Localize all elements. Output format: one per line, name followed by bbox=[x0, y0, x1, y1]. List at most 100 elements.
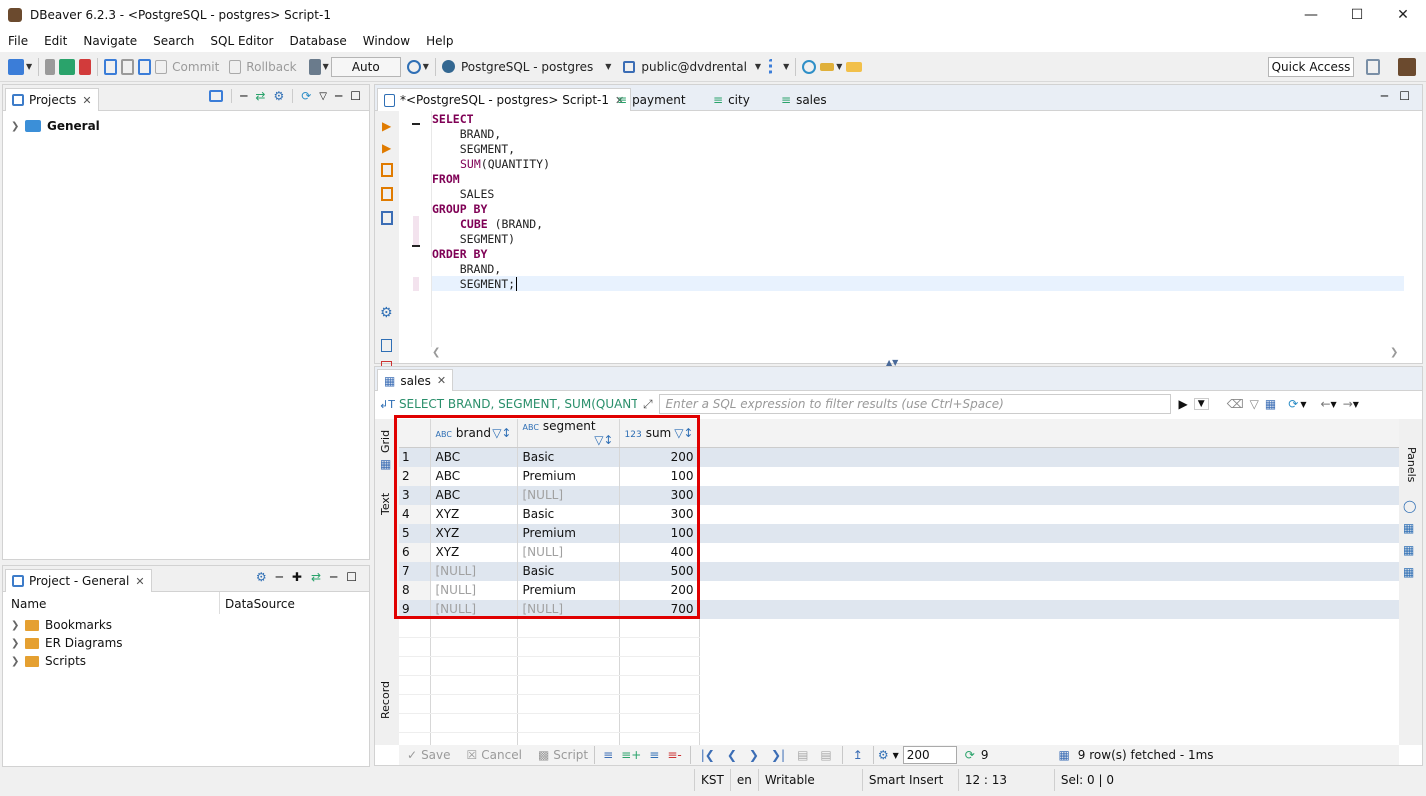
menu-window[interactable]: Window bbox=[355, 30, 418, 52]
back-nav-button[interactable] bbox=[846, 55, 863, 79]
rollback-button[interactable]: Rollback bbox=[229, 55, 297, 79]
tree-item-scripts[interactable]: ❯ Scripts bbox=[11, 652, 369, 670]
tree-item-bookmarks[interactable]: ❯ Bookmarks bbox=[11, 616, 369, 634]
chevron-down-icon[interactable]: ▼ bbox=[1353, 400, 1359, 409]
explain-plan-icon[interactable] bbox=[381, 211, 393, 225]
chevron-down-icon[interactable]: ▼ bbox=[1300, 400, 1306, 409]
expand-icon[interactable]: ✚ bbox=[292, 570, 302, 584]
speedometer-button[interactable] bbox=[802, 55, 817, 79]
column-header-name[interactable]: Name bbox=[11, 597, 46, 611]
chevron-right-icon[interactable]: ❯ bbox=[11, 638, 21, 649]
minimize-view-icon[interactable]: ─ bbox=[1381, 89, 1388, 103]
execute-script-new-tab-icon[interactable] bbox=[381, 187, 393, 201]
filter-icon[interactable]: ▽ bbox=[1250, 397, 1259, 411]
menu-help[interactable]: Help bbox=[418, 30, 461, 52]
previous-page-icon[interactable]: ❮ bbox=[727, 748, 737, 762]
chevron-right-icon[interactable]: ❯ bbox=[11, 620, 21, 631]
collapse-icon[interactable]: ─ bbox=[276, 570, 283, 584]
execute-script-icon[interactable] bbox=[381, 163, 393, 177]
new-transaction-button[interactable] bbox=[138, 55, 152, 79]
hscroll-left-icon[interactable]: ❮ bbox=[432, 347, 440, 358]
minimize-view-icon[interactable]: ─ bbox=[330, 570, 337, 584]
sync-icon[interactable]: ⟳ bbox=[301, 89, 311, 103]
menu-database[interactable]: Database bbox=[281, 30, 354, 52]
schema-selector[interactable]: public@dvdrental ▼ bbox=[623, 55, 761, 79]
project-general-node[interactable]: ❯ General bbox=[11, 117, 369, 135]
switch-mode-button[interactable] bbox=[121, 55, 135, 79]
value-viewer-icon[interactable]: ◯ bbox=[1403, 499, 1416, 513]
refresh-icon[interactable]: ⟳ bbox=[1288, 397, 1298, 411]
close-button[interactable]: ✕ bbox=[1380, 0, 1426, 30]
close-icon[interactable]: ✕ bbox=[82, 94, 91, 107]
chevron-down-icon[interactable]: ▼ bbox=[1331, 400, 1337, 409]
metadata-icon[interactable]: ▦ bbox=[1403, 543, 1414, 557]
quick-access-input[interactable]: Quick Access bbox=[1268, 57, 1354, 77]
menu-search[interactable]: Search bbox=[145, 30, 202, 52]
panels-toggle[interactable]: Panels bbox=[1405, 447, 1418, 482]
references-icon[interactable]: ▦ bbox=[1403, 565, 1414, 579]
link-editor-icon[interactable]: ⇄ bbox=[255, 89, 265, 103]
tab-results-sales[interactable]: ▦ sales ✕ bbox=[377, 369, 454, 391]
commit-button[interactable]: Commit bbox=[155, 55, 219, 79]
tab-project-general[interactable]: Project - General ✕ bbox=[5, 569, 152, 592]
outline-button[interactable]: ▼ bbox=[769, 55, 789, 79]
minimize-button[interactable]: — bbox=[1288, 0, 1334, 30]
gear-icon[interactable]: ⚙ bbox=[273, 89, 284, 103]
menu-sql-editor[interactable]: SQL Editor bbox=[202, 30, 281, 52]
execute-statement-new-tab-icon[interactable]: ▶ bbox=[382, 141, 391, 155]
hscroll-right-icon[interactable]: ❯ bbox=[1390, 347, 1398, 358]
gear-icon[interactable]: ⚙ bbox=[878, 748, 889, 762]
refresh-icon[interactable]: ⟳ bbox=[965, 748, 975, 762]
add-row-icon[interactable]: ≡+ bbox=[621, 748, 641, 762]
disconnect-button[interactable] bbox=[79, 55, 92, 79]
filter-input[interactable]: Enter a SQL expression to filter results… bbox=[658, 394, 1171, 414]
fetch-all-icon[interactable]: ▤ bbox=[820, 748, 831, 762]
gear-icon[interactable]: ⚙ bbox=[380, 305, 393, 321]
menu-edit[interactable]: Edit bbox=[36, 30, 75, 52]
open-perspective-button[interactable] bbox=[1366, 55, 1380, 79]
new-connection-button[interactable]: ▼ bbox=[8, 55, 32, 79]
script-button[interactable]: ▩ Script bbox=[538, 743, 588, 767]
view-menu-icon[interactable]: ▽ bbox=[319, 91, 327, 102]
column-header-datasource[interactable]: DataSource bbox=[225, 597, 295, 611]
add-project-icon[interactable] bbox=[209, 90, 224, 102]
maximize-view-icon[interactable]: ☐ bbox=[350, 89, 361, 103]
maximize-button[interactable]: ☐ bbox=[1334, 0, 1380, 30]
copy-row-icon[interactable]: ≡ bbox=[649, 748, 659, 762]
chevron-right-icon[interactable]: ❯ bbox=[11, 121, 21, 132]
tab-projects[interactable]: Projects ✕ bbox=[5, 88, 99, 111]
load-script-icon[interactable] bbox=[381, 339, 392, 352]
chevron-down-icon[interactable]: ▼ bbox=[893, 751, 899, 760]
reconnect-button[interactable] bbox=[59, 55, 76, 79]
export-icon[interactable]: ↥ bbox=[853, 748, 863, 762]
save-button[interactable]: ✓ Save bbox=[407, 743, 451, 767]
datasource-selector[interactable]: PostgreSQL - postgres ▼ bbox=[441, 55, 611, 79]
expand-filter-icon[interactable]: ⤢ bbox=[643, 397, 653, 412]
delete-row-icon[interactable]: ≡- bbox=[667, 748, 681, 762]
tab-sales[interactable]: ≡ sales bbox=[775, 88, 833, 111]
fetch-page-icon[interactable]: ▤ bbox=[797, 748, 808, 762]
record-view-toggle[interactable]: Record bbox=[379, 681, 392, 719]
filter-history-icon[interactable]: ▼ bbox=[1193, 398, 1209, 410]
menu-navigate[interactable]: Navigate bbox=[75, 30, 145, 52]
apply-filter-icon[interactable]: ▶ bbox=[1179, 397, 1188, 411]
tab-city[interactable]: ≡ city bbox=[707, 88, 756, 111]
tree-item-er-diagrams[interactable]: ❯ ER Diagrams bbox=[11, 634, 369, 652]
auto-commit-toggle[interactable]: Auto bbox=[330, 56, 401, 77]
query-preview[interactable]: SELECT BRAND, SEGMENT, SUM(QUANTITY bbox=[399, 397, 637, 411]
eraser-icon[interactable]: ⌫ bbox=[1227, 397, 1244, 411]
fetch-size-input[interactable]: 200 bbox=[902, 746, 957, 764]
gear-icon[interactable]: ⚙ bbox=[256, 570, 267, 584]
save-filter-icon[interactable]: ▦ bbox=[1265, 397, 1276, 411]
arrow-left-icon[interactable]: ← bbox=[1320, 397, 1330, 411]
history-button[interactable]: ▼ bbox=[406, 55, 429, 79]
chevron-right-icon[interactable]: ❯ bbox=[11, 656, 21, 667]
edit-row-icon[interactable]: ≡ bbox=[603, 748, 613, 762]
next-page-icon[interactable]: ❯ bbox=[749, 748, 759, 762]
maximize-view-icon[interactable]: ☐ bbox=[346, 570, 357, 584]
menu-file[interactable]: File bbox=[0, 30, 36, 52]
arrow-right-icon[interactable]: → bbox=[1343, 397, 1353, 411]
dbeaver-perspective-button[interactable] bbox=[1398, 55, 1416, 79]
last-page-icon[interactable]: ❯| bbox=[771, 748, 785, 762]
maximize-view-icon[interactable]: ☐ bbox=[1399, 89, 1410, 103]
